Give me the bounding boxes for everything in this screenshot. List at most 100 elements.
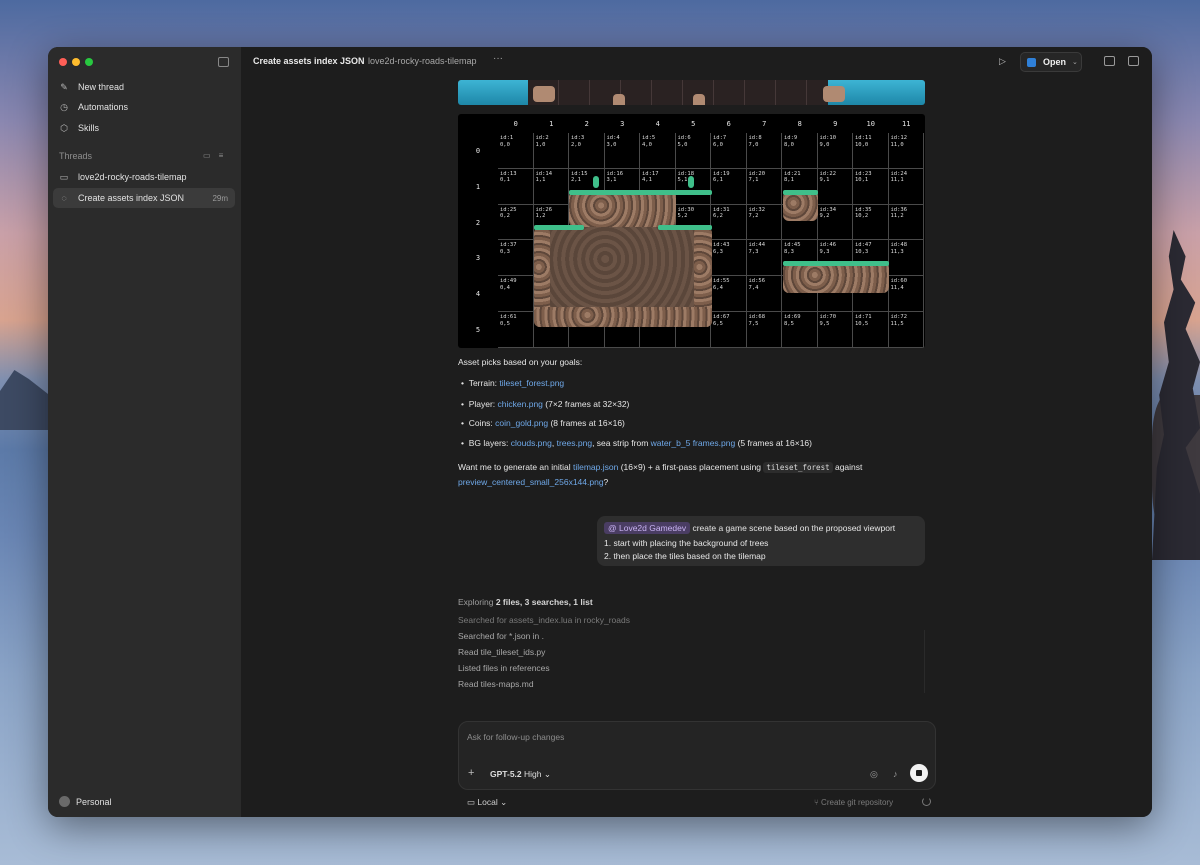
log-scroll-edge <box>924 630 925 693</box>
tile-cell: id:60 11,4 <box>888 276 924 312</box>
context-icon[interactable]: ◎ <box>870 769 878 780</box>
stop-button[interactable] <box>910 764 928 782</box>
list-item: • BG layers: clouds.png, trees.png, sea … <box>461 438 812 448</box>
tile-cell: id:70 9,5 <box>817 312 853 348</box>
tile-cell: id:9 8,0 <box>782 133 818 169</box>
toggle-sidebar-icon[interactable] <box>218 57 229 67</box>
clock-icon: ◷ <box>60 101 68 112</box>
rock-tile-sprite <box>569 191 676 227</box>
app-window: ✎ New thread ◷ Automations ⬡ Skills Thre… <box>48 47 1152 817</box>
tile-cell: id:7 6,0 <box>711 133 747 169</box>
git-branch-icon: ⑂ <box>814 798 819 807</box>
microphone-icon[interactable]: ♪ <box>893 769 898 779</box>
new-folder-icon[interactable]: ▭ <box>203 151 219 160</box>
tile-cell: id:1 0,0 <box>498 133 534 169</box>
tileset-grid-image: 0 1 2 3 4 5 6 7 8 9 10 11 012345 id:1 0,0 id:2 1,0 id… <box>458 114 925 348</box>
tile-cell: id:23 10,1 <box>853 168 889 205</box>
tree-silhouette <box>1152 230 1200 560</box>
threads-heading: Threads <box>59 151 93 161</box>
tile-cell: id:11 10,0 <box>853 133 889 169</box>
tile-cell: id:72 11,5 <box>888 312 924 348</box>
tile-cell: id:56 7,4 <box>746 276 782 312</box>
environment-selector[interactable]: ▭ Local ⌄ <box>467 797 507 808</box>
zoom-window-button[interactable] <box>85 58 93 66</box>
rock-tile-sprite <box>534 307 712 327</box>
filter-icon[interactable]: ≡ <box>219 151 232 160</box>
account-label: Personal <box>76 796 112 807</box>
file-link[interactable]: clouds.png <box>511 438 552 448</box>
row-header: 1 <box>475 182 481 191</box>
column-header: 1 <box>549 120 554 128</box>
list-item: • Coins: coin_gold.png (8 frames at 16×1… <box>461 418 625 428</box>
sidebar-item-skills[interactable]: ⬡ Skills <box>53 118 235 138</box>
grass-tile-sprite <box>658 225 712 230</box>
file-link[interactable]: trees.png <box>557 438 592 448</box>
assistant-intro: Asset picks based on your goals: <box>458 357 583 367</box>
mountain-silhouette <box>0 370 48 430</box>
column-header: 8 <box>797 120 802 128</box>
activity-log-item: Read tiles-maps.md <box>458 679 534 689</box>
sidebar-item-label: Skills <box>78 123 100 133</box>
top-bar: Create assets index JSON love2d-rocky-ro… <box>241 47 1152 77</box>
play-icon[interactable]: ▷ <box>999 56 1006 67</box>
file-link[interactable]: tileset_forest.png <box>499 378 564 388</box>
open-label: Open <box>1043 57 1067 67</box>
create-git-repo-button[interactable]: ⑂ Create git repository <box>814 798 893 807</box>
composer[interactable]: Ask for follow-up changes + GPT-5.2 High… <box>458 721 936 790</box>
terminal-icon[interactable] <box>1104 56 1115 66</box>
tile-cell: id:5 4,0 <box>640 133 676 169</box>
column-header: 3 <box>620 120 625 128</box>
tile-cell: id:67 6,5 <box>711 312 747 348</box>
rock-tile-sprite <box>534 227 712 307</box>
sidebar-item-automations[interactable]: ◷ Automations <box>53 97 235 117</box>
tile-cell: id:25 0,2 <box>498 204 534 241</box>
tile-cell: id:31 6,2 <box>711 204 747 241</box>
activity-log-item: Read tile_tileset_ids.py <box>458 647 546 657</box>
add-attachment-icon[interactable]: + <box>468 767 474 779</box>
list-item: • Terrain: tileset_forest.png <box>461 378 565 388</box>
tile-cell: id:6 5,0 <box>675 133 711 169</box>
sidebar-item-new-thread[interactable]: ✎ New thread <box>53 77 235 97</box>
preview-image-strip <box>458 80 925 105</box>
thread-label: love2d-rocky-roads-tilemap <box>78 172 187 182</box>
panel-icon[interactable] <box>1128 56 1139 66</box>
tile-cell: id:12 11,0 <box>888 133 924 169</box>
thread-item-project[interactable]: ▭ love2d-rocky-roads-tilemap <box>53 167 235 187</box>
file-link[interactable]: tilemap.json <box>573 462 618 472</box>
monitor-icon: ▭ <box>467 797 476 807</box>
exploring-summary[interactable]: Exploring 2 files, 3 searches, 1 list <box>458 597 593 607</box>
loading-spinner-icon <box>922 797 931 806</box>
file-link[interactable]: chicken.png <box>498 399 543 409</box>
file-link[interactable]: water_b_5 frames.png <box>651 438 736 448</box>
file-link[interactable]: preview_centered_small_256x144.png <box>458 477 604 487</box>
tile-cell: id:68 7,5 <box>746 312 782 348</box>
file-link[interactable]: coin_gold.png <box>495 418 548 428</box>
project-name[interactable]: love2d-rocky-roads-tilemap <box>368 56 477 66</box>
grass-tile-sprite <box>534 225 584 230</box>
thread-label: Create assets index JSON <box>78 193 185 203</box>
skill-mention[interactable]: @ Love2d Gamedev <box>604 522 691 534</box>
minimize-window-button[interactable] <box>72 58 80 66</box>
sprout-sprite <box>593 176 599 188</box>
thread-item-active[interactable]: ◌ Create assets index JSON 29m <box>53 188 235 208</box>
column-header: 2 <box>584 120 589 128</box>
avatar <box>59 796 70 807</box>
sidebar-item-label: Automations <box>78 102 129 112</box>
grass-tile-sprite <box>569 190 712 195</box>
column-header: 7 <box>762 120 767 128</box>
tile-cell: id:14 1,1 <box>533 168 569 205</box>
vscode-icon <box>1027 57 1036 67</box>
activity-log-item: Listed files in references <box>458 663 550 673</box>
thread-age: 29m <box>212 193 228 203</box>
account-button[interactable]: Personal <box>59 796 112 807</box>
chevron-down-icon: ⌄ <box>500 797 508 807</box>
edit-icon: ✎ <box>60 81 68 92</box>
chevron-down-icon: ⌄ <box>543 769 552 779</box>
more-options-icon[interactable]: ··· <box>493 53 503 64</box>
tile-cell: id:10 9,0 <box>817 133 853 169</box>
close-window-button[interactable] <box>59 58 67 66</box>
model-selector[interactable]: GPT-5.2 High ⌄ <box>490 769 551 780</box>
composer-input[interactable]: Ask for follow-up changes <box>467 732 564 742</box>
tile-cell: id:49 0,4 <box>498 276 534 312</box>
open-in-editor-button[interactable]: Open ⌄ <box>1020 52 1082 72</box>
